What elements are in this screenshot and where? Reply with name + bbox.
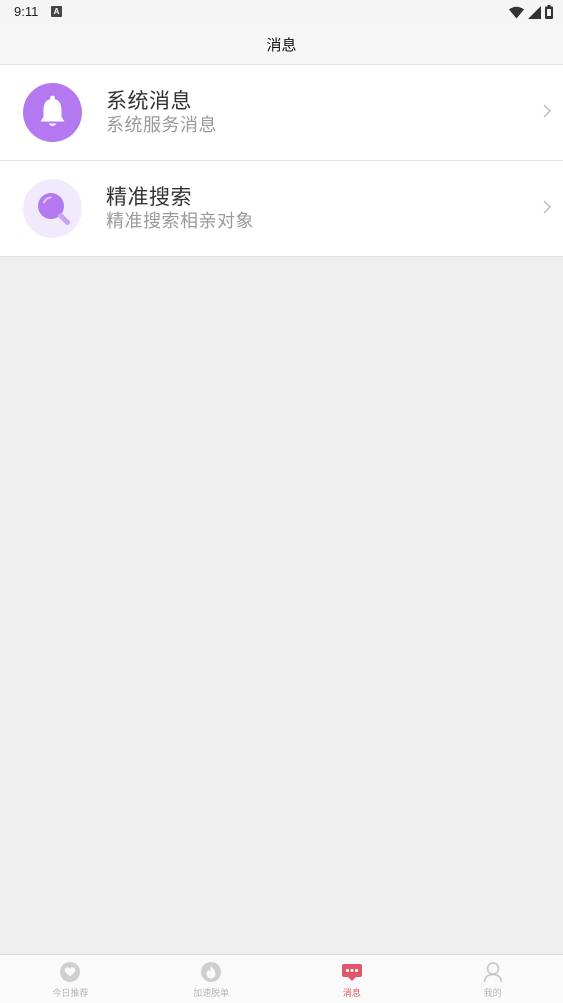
tab-today-recommend[interactable]: 今日推荐	[0, 955, 141, 1003]
list-item-precise-search[interactable]: 精准搜索 精准搜索相亲对象	[0, 161, 563, 257]
flame-icon	[201, 962, 222, 982]
item-subtitle: 精准搜索相亲对象	[106, 211, 254, 232]
status-time: 9:11	[14, 4, 39, 19]
wifi-icon	[509, 6, 524, 18]
tab-label: 加速脱单	[193, 989, 230, 999]
message-list: 系统消息 系统服务消息 精准搜索 精准搜索相亲对象	[0, 65, 563, 257]
tab-label: 我的	[483, 989, 502, 999]
battery-icon	[545, 5, 553, 19]
tab-label: 今日推荐	[52, 989, 89, 999]
tab-mine[interactable]: 我的	[422, 955, 563, 1003]
tab-bar: 今日推荐 加速脱单 消息 我的	[0, 954, 563, 1003]
item-subtitle: 系统服务消息	[106, 115, 217, 136]
chevron-right-icon	[543, 200, 551, 214]
chat-icon	[341, 964, 362, 981]
heart-icon	[60, 962, 81, 982]
app-header: 消息	[0, 24, 563, 65]
status-bar: 9:11 A	[0, 0, 563, 24]
person-icon	[483, 962, 502, 983]
tab-label: 消息	[342, 989, 361, 999]
notification-icon: A	[51, 6, 62, 17]
tab-speed-dating[interactable]: 加速脱单	[141, 955, 282, 1003]
magnifier-icon	[23, 179, 82, 238]
list-item-system-messages[interactable]: 系统消息 系统服务消息	[0, 65, 563, 161]
status-icons	[509, 5, 553, 19]
signal-icon	[528, 5, 541, 19]
bell-icon	[23, 83, 82, 142]
tab-messages[interactable]: 消息	[282, 955, 423, 1003]
chevron-right-icon	[543, 104, 551, 118]
page-title: 消息	[266, 36, 297, 54]
